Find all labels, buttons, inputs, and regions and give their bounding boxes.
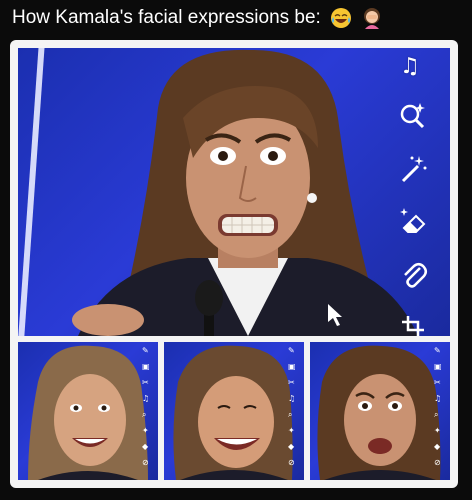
pencil-icon[interactable]: ✎ [142,346,149,355]
eraser-icon[interactable]: ◆ [434,442,440,451]
search-icon[interactable]: ⌕ [142,410,146,420]
sticker-icon[interactable]: ▣ [288,362,296,371]
search-icon[interactable]: ⌕ [288,410,292,420]
scissors-icon[interactable]: ✂ [434,378,441,387]
eraser-icon[interactable]: ◆ [142,442,148,451]
eraser-icon[interactable] [398,206,428,236]
scissors-icon[interactable]: ✂ [288,378,295,387]
search-icon[interactable]: ⌕ [434,410,438,420]
disgusted-face-photo [317,345,441,480]
pencil-icon[interactable]: ✎ [434,346,441,355]
magic-wand-icon[interactable]: ✦ [434,426,441,435]
smiling-face-panel-middle: ✎ ▣ ✂ ♫ ⌕ ✦ ◆ ⊘ [164,342,304,480]
paperclip-icon[interactable]: ⊘ [142,458,149,467]
magic-wand-icon[interactable] [398,154,428,184]
scissors-icon[interactable]: ✂ [142,378,149,387]
pencil-icon[interactable]: ✎ [288,346,295,355]
magic-wand-icon[interactable]: ✦ [288,426,295,435]
paperclip-icon[interactable] [400,260,428,290]
music-note-icon[interactable]: ♫ [288,394,295,403]
smiling-face-photo [28,345,148,480]
paperclip-icon[interactable]: ⊘ [288,458,295,467]
meme-post: How Kamala's facial expressions be: ♫ ✎ … [0,0,472,500]
caption-text: How Kamala's facial expressions be: [12,7,321,28]
main-photo-panel: ♫ [18,48,450,336]
crop-icon[interactable] [402,316,426,336]
music-note-icon[interactable]: ♫ [434,394,441,403]
eraser-icon[interactable]: ◆ [288,442,294,451]
music-note-icon[interactable]: ♫ [142,394,149,403]
sticker-icon[interactable]: ▣ [434,362,442,371]
music-note-icon[interactable]: ♫ [400,54,420,79]
woman-facepalming-icon [361,7,383,29]
post-caption: How Kamala's facial expressions be: [12,4,383,32]
smiling-face-panel-left: ✎ ▣ ✂ ♫ ⌕ ✦ ◆ ⊘ [18,342,158,480]
search-sparkle-icon[interactable] [398,100,428,130]
magic-wand-icon[interactable]: ✦ [142,426,149,435]
face-with-tears-of-joy-icon [330,7,352,29]
collage-card: ♫ ✎ ▣ ✂ ♫ ⌕ ✦ ◆ ⊘ ✎ ▣ ✂ ♫ ⌕ ✦ ◆ ⊘ ✎ ▣ ✂ … [10,40,458,488]
disgusted-face-panel-right: ✎ ▣ ✂ ♫ ⌕ ✦ ◆ ⊘ [310,342,450,480]
shocked-face-photo [72,49,418,336]
sticker-icon[interactable]: ▣ [142,362,150,371]
grinning-face-photo [173,345,293,480]
paperclip-icon[interactable]: ⊘ [434,458,441,467]
